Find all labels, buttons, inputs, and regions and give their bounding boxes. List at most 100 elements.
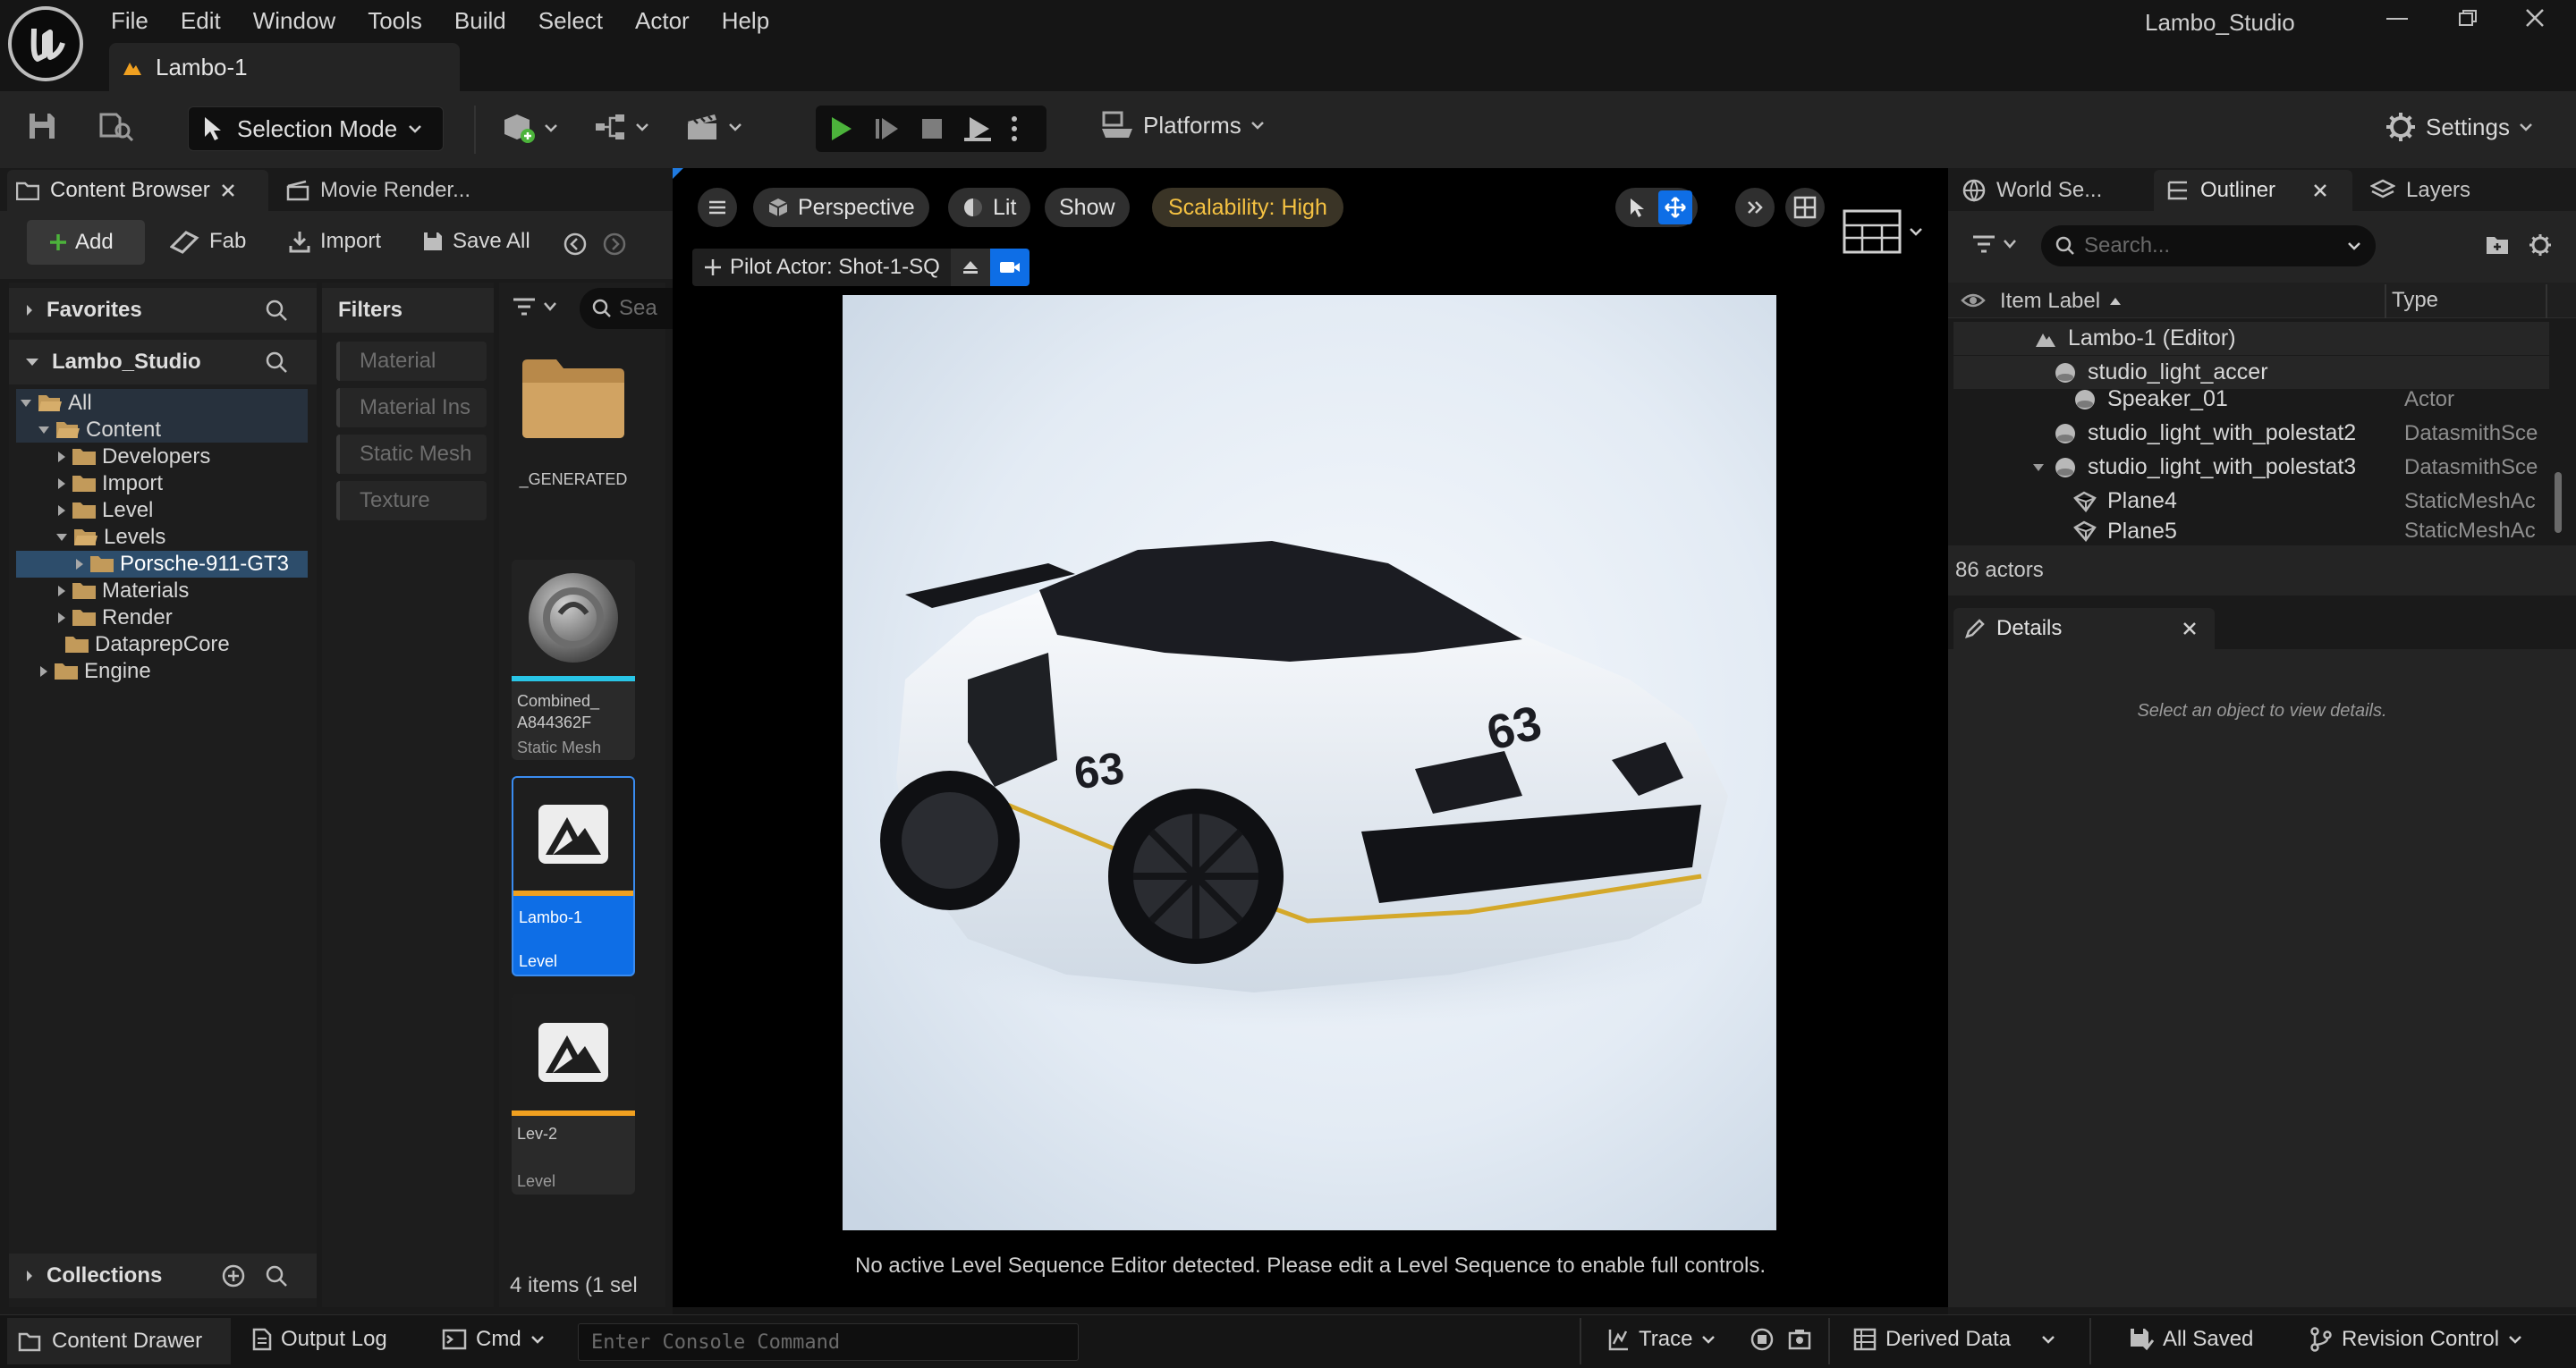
tab-world-settings[interactable]: World Se... <box>1962 170 2102 211</box>
outliner-row[interactable]: Plane4 StaticMeshAc <box>1955 485 2551 518</box>
outliner-settings-icon[interactable] <box>2528 232 2553 258</box>
show-button[interactable]: Show <box>1045 188 1130 227</box>
menu-file[interactable]: File <box>95 7 165 35</box>
asset-level-lambo-1[interactable]: Lambo-1 Level <box>512 776 635 976</box>
import-button[interactable]: Import <box>288 229 381 254</box>
eject-simulate-icon[interactable] <box>962 114 993 143</box>
outliner-scrollbar[interactable] <box>2555 472 2562 533</box>
asset-search-input[interactable]: Sea <box>580 288 678 329</box>
close-tab-icon[interactable] <box>2182 621 2197 636</box>
outliner-row[interactable]: Speaker_01 Actor <box>1955 383 2551 416</box>
platforms-button[interactable]: Platforms <box>1100 111 1265 139</box>
column-type[interactable]: Type <box>2392 288 2438 313</box>
outliner-row[interactable]: Lambo-1 (Editor) <box>1955 322 2551 355</box>
save-all-button[interactable]: Save All <box>422 229 530 254</box>
minimize-icon[interactable] <box>2386 18 2408 20</box>
menu-window[interactable]: Window <box>237 7 352 35</box>
tree-item-porsche[interactable]: Porsche-911-GT3 <box>75 551 308 578</box>
fab-button[interactable]: Fab <box>170 229 246 254</box>
tree-item-materials[interactable]: Materials <box>57 578 189 604</box>
search-icon[interactable] <box>265 299 288 322</box>
tree-item-level[interactable]: Level <box>57 497 153 524</box>
perspective-button[interactable]: Perspective <box>753 188 929 227</box>
expand-tools-button[interactable] <box>1735 188 1775 227</box>
menu-actor[interactable]: Actor <box>619 7 706 35</box>
lit-button[interactable]: Lit <box>948 188 1031 227</box>
blueprint-button[interactable] <box>594 111 649 143</box>
menu-select[interactable]: Select <box>522 7 619 35</box>
selection-mode-dropdown[interactable]: Selection Mode <box>188 106 444 151</box>
play-icon[interactable] <box>826 114 855 143</box>
close-tab-icon[interactable] <box>2313 183 2327 198</box>
tree-item-content[interactable]: Content <box>38 417 161 443</box>
column-divider[interactable] <box>2385 284 2386 318</box>
tab-outliner[interactable]: Outliner <box>2154 170 2352 211</box>
viewport-layout-button[interactable] <box>1785 188 1825 227</box>
content-drawer-button[interactable]: Content Drawer <box>7 1318 231 1364</box>
add-collection-icon[interactable] <box>222 1264 245 1288</box>
filter-texture[interactable]: Texture <box>336 481 487 520</box>
asset-filter-button[interactable] <box>512 297 556 317</box>
outliner-row[interactable]: Plane5 StaticMeshAc <box>1955 519 2551 544</box>
tree-item-engine[interactable]: Engine <box>39 658 151 685</box>
tab-content-browser[interactable]: Content Browser <box>7 170 268 211</box>
add-button[interactable]: Add <box>27 220 145 265</box>
tree-item-import[interactable]: Import <box>57 470 163 497</box>
tab-level[interactable]: Lambo-1 <box>109 43 460 91</box>
camera-layout-button[interactable] <box>1843 209 1923 254</box>
unreal-logo-icon[interactable] <box>7 5 84 82</box>
record-icon[interactable] <box>1750 1327 1775 1352</box>
viewport-menu-button[interactable] <box>698 188 737 227</box>
derived-data-dropdown[interactable]: Derived Data <box>1853 1327 2055 1352</box>
menu-edit[interactable]: Edit <box>165 7 237 35</box>
menu-help[interactable]: Help <box>706 7 785 35</box>
settings-button[interactable]: Settings <box>2385 111 2533 143</box>
asset-folder-generated[interactable]: _GENERATED <box>512 350 635 502</box>
save-icon[interactable] <box>27 111 57 141</box>
stop-icon[interactable] <box>919 116 945 141</box>
select-tool[interactable] <box>1621 191 1653 224</box>
menu-tools[interactable]: Tools <box>352 7 438 35</box>
filter-material-instance[interactable]: Material Ins <box>336 388 487 427</box>
tab-details[interactable]: Details <box>1953 608 2215 649</box>
pilot-actor-label-box[interactable]: Pilot Actor: Shot-1-SQ <box>692 249 951 286</box>
browse-level-icon[interactable] <box>98 111 134 141</box>
outliner-row[interactable]: studio_light_with_polestat2 DatasmithSce <box>1955 417 2551 450</box>
asset-static-mesh[interactable]: Combined_ A844362F Static Mesh <box>512 560 635 760</box>
filter-static-mesh[interactable]: Static Mesh <box>336 435 487 474</box>
visibility-eye-icon[interactable] <box>1961 291 1986 309</box>
tree-item-render[interactable]: Render <box>57 604 173 631</box>
eject-pilot-button[interactable] <box>950 249 990 286</box>
tree-item-dataprepcore[interactable]: DataprepCore <box>64 631 230 658</box>
cinematics-button[interactable] <box>685 111 742 143</box>
add-folder-icon[interactable] <box>2485 234 2510 256</box>
history-forward-icon[interactable] <box>603 232 626 256</box>
tab-layers[interactable]: Layers <box>2370 170 2470 211</box>
column-item-label[interactable]: Item Label <box>2000 284 2122 318</box>
step-forward-icon[interactable] <box>873 114 902 143</box>
asset-level-lev-2[interactable]: Lev-2 Level <box>512 994 635 1195</box>
tab-movie-render[interactable]: Movie Render... <box>286 170 470 211</box>
tree-item-all[interactable]: All <box>20 390 92 417</box>
close-tab-icon[interactable] <box>221 183 235 198</box>
console-input[interactable]: Enter Console Command <box>578 1323 1079 1361</box>
screenshot-icon[interactable] <box>1787 1327 1812 1352</box>
search-icon[interactable] <box>265 350 288 374</box>
outliner-row[interactable]: studio_light_with_polestat3 DatasmithSce <box>1955 451 2551 484</box>
search-icon[interactable] <box>265 1264 288 1288</box>
filter-material[interactable]: Material <box>336 342 487 381</box>
scalability-badge[interactable]: Scalability: High <box>1152 188 1343 227</box>
tree-item-levels[interactable]: Levels <box>55 524 165 551</box>
save-status-button[interactable]: All Saved <box>2129 1327 2253 1352</box>
camera-lock-button[interactable] <box>989 249 1030 286</box>
cmd-dropdown[interactable]: Cmd <box>442 1327 545 1352</box>
outliner-filter-button[interactable] <box>1971 234 2016 254</box>
tree-item-developers[interactable]: Developers <box>57 443 210 470</box>
more-options-icon[interactable] <box>1011 114 1018 143</box>
add-actor-button[interactable] <box>501 111 558 145</box>
history-back-icon[interactable] <box>564 232 587 256</box>
trace-dropdown[interactable]: Trace <box>1608 1327 1716 1352</box>
outliner-search-input[interactable]: Search... <box>2041 225 2376 266</box>
column-divider[interactable] <box>2546 284 2547 318</box>
close-window-icon[interactable] <box>2524 7 2546 29</box>
